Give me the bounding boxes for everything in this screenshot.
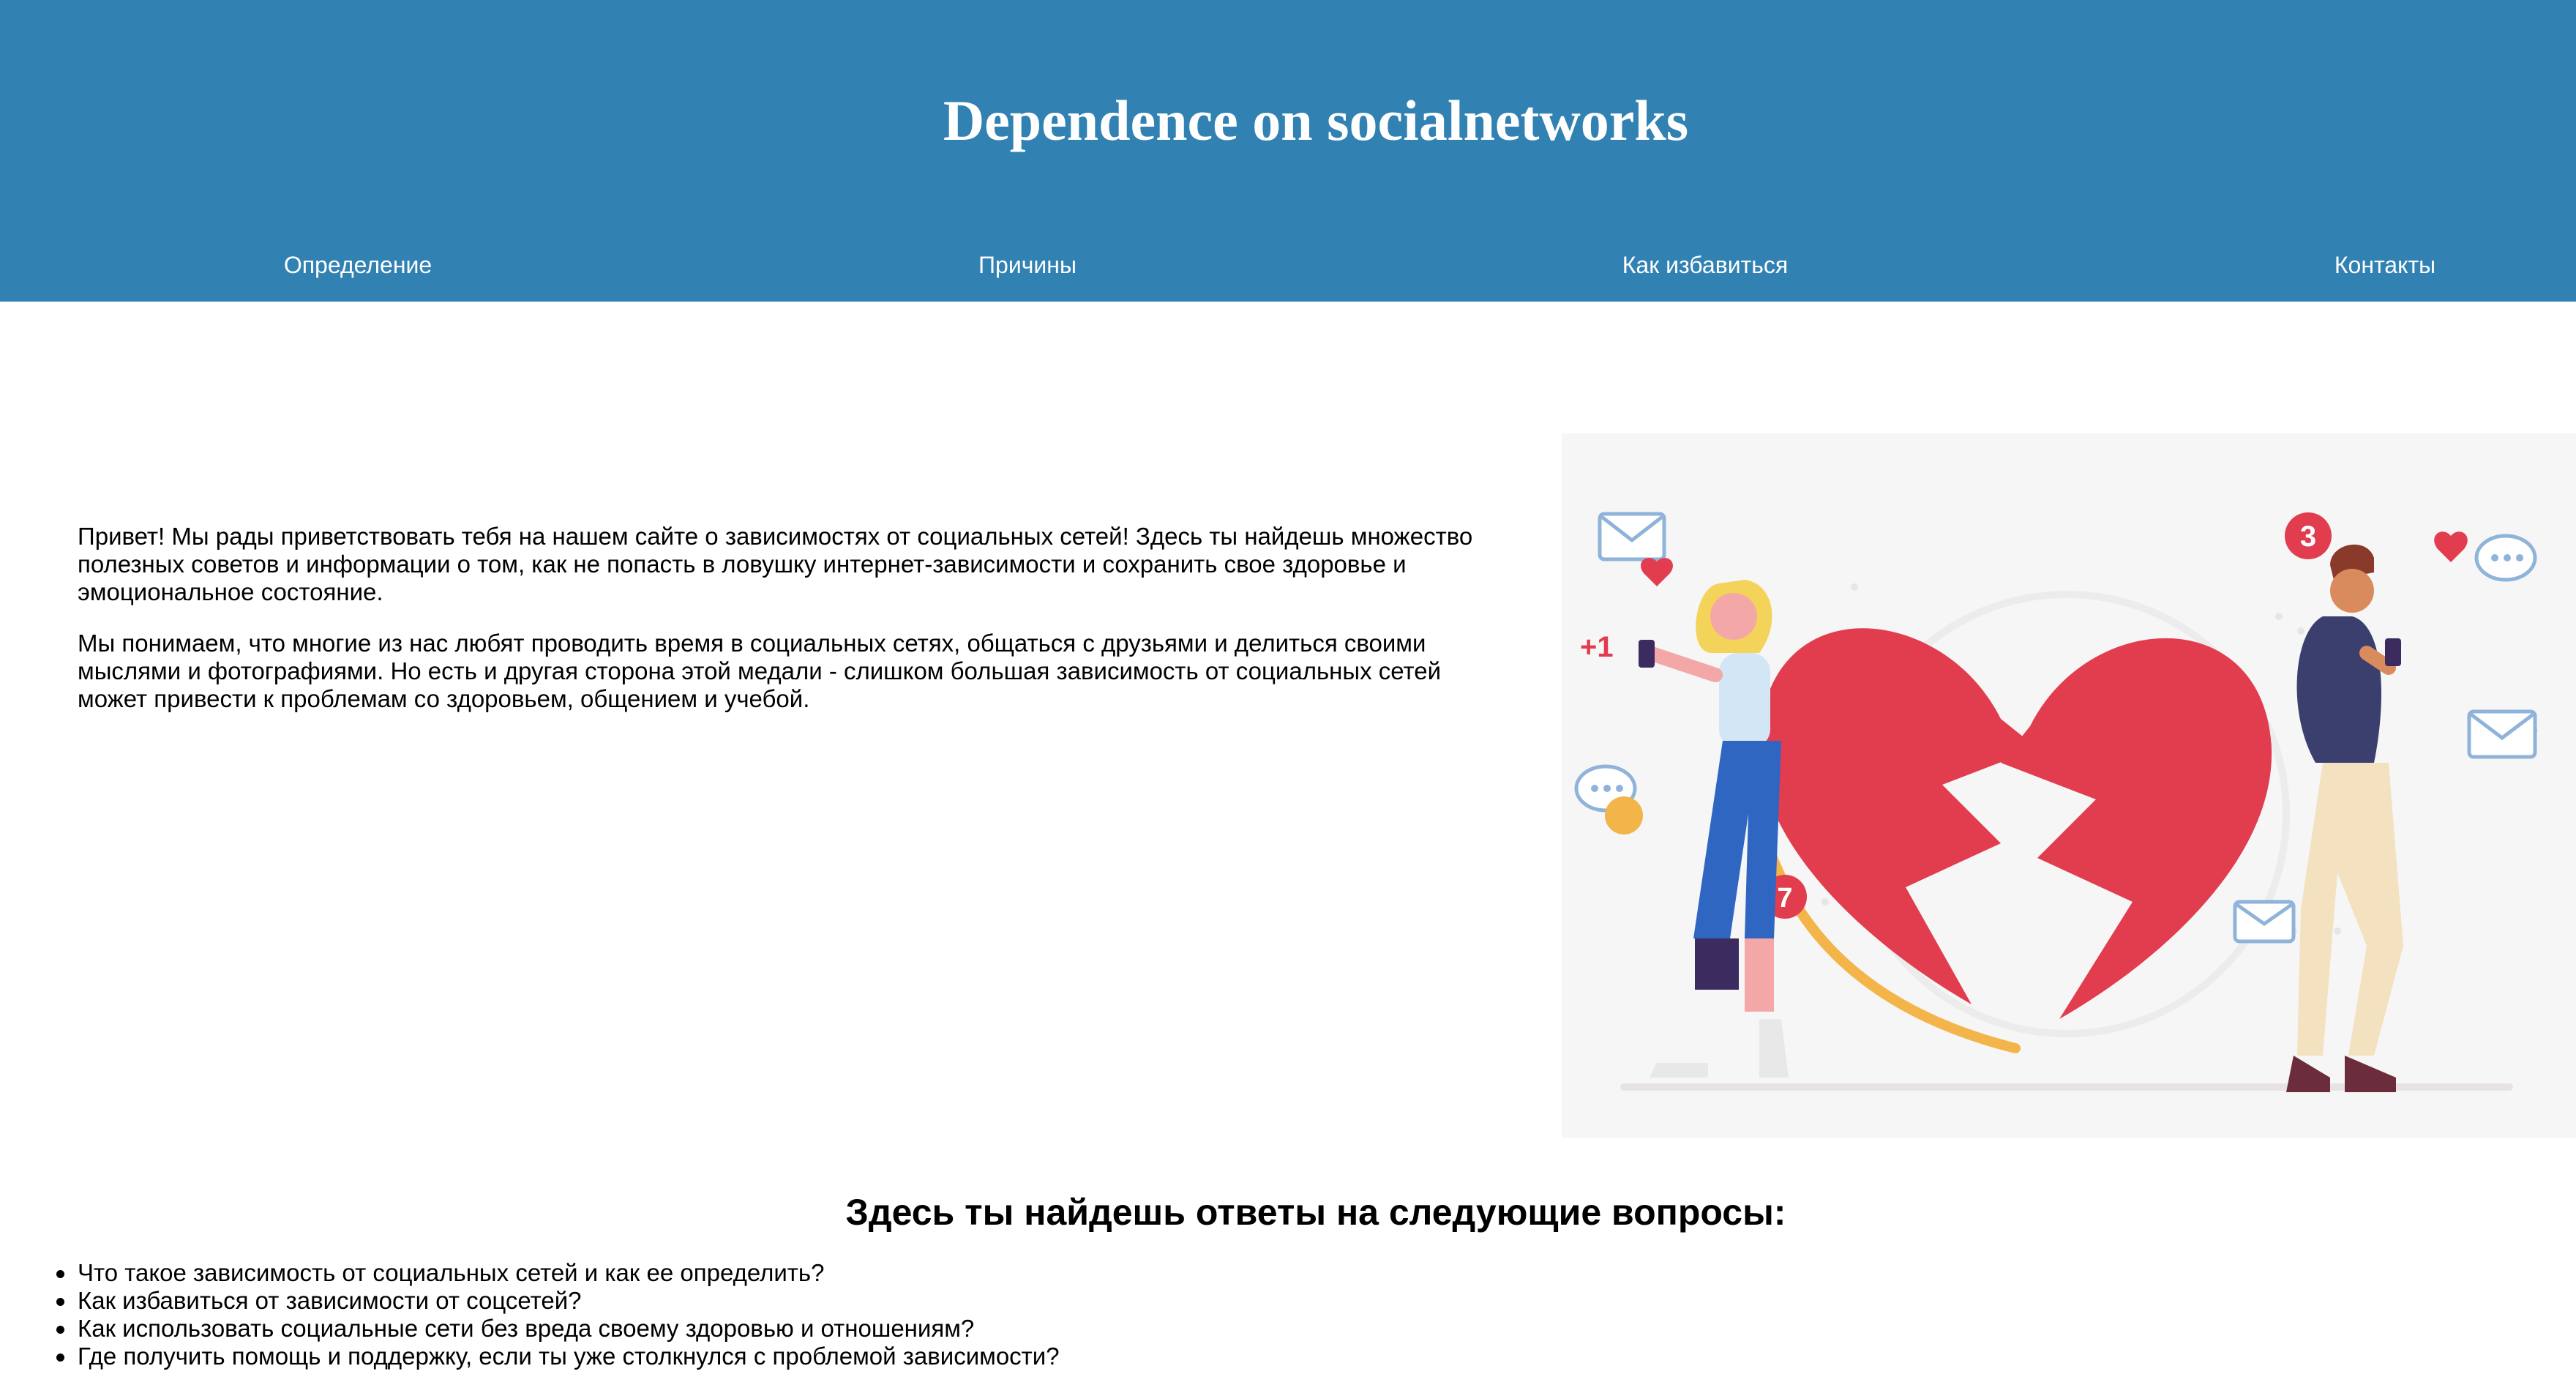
main-nav: Определение Причины Как избавиться Конта… [0,249,2576,281]
site-title: Dependence on socialnetworks [943,89,1689,152]
site-header: Dependence on socialnetworks Определение… [0,0,2576,302]
intro-section: Привет! Мы рады приветствовать тебя на н… [78,523,1490,736]
nav-link-how-to-quit[interactable]: Как избавиться [1622,249,1788,281]
nav-link-contacts[interactable]: Контакты [2334,249,2435,281]
list-item: Как использовать социальные сети без вре… [56,1315,1060,1343]
broken-heart-illustration: +1 7 3 [1562,433,2576,1138]
svg-text:+1: +1 [1580,631,1614,663]
list-item: Где получить помощь и поддержку, если ты… [56,1343,1060,1370]
list-item: Как избавиться от зависимости от соцсете… [56,1287,1060,1315]
nav-link-definition[interactable]: Определение [284,249,432,281]
intro-paragraph: Мы понимаем, что многие из нас любят про… [78,630,1442,712]
nav-link-causes[interactable]: Причины [978,249,1077,281]
svg-text:3: 3 [2300,520,2316,553]
intro-paragraph: Привет! Мы рады приветствовать тебя на н… [78,523,1473,605]
svg-text:7: 7 [1777,883,1792,914]
questions-list: Что такое зависимость от социальных сете… [56,1259,1060,1370]
questions-heading: Здесь ты найдешь ответы на следующие воп… [845,1192,1786,1233]
list-item: Что такое зависимость от социальных сете… [56,1259,1060,1287]
